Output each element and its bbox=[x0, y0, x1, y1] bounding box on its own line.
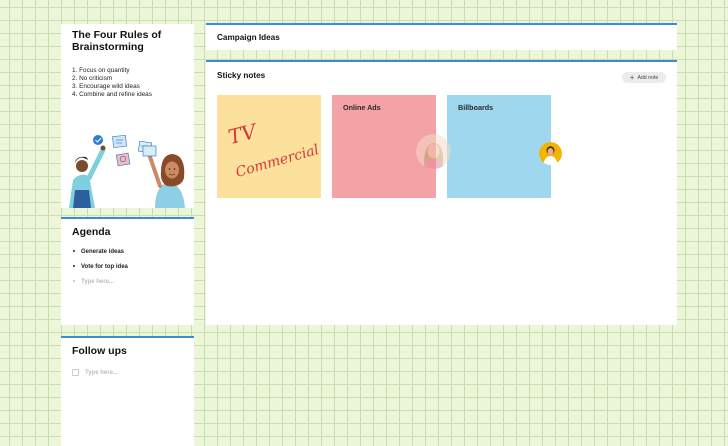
followups-placeholder: Type here... bbox=[85, 369, 118, 376]
plus-icon: + bbox=[629, 72, 635, 82]
user-avatar-icon bbox=[539, 142, 562, 165]
sticky-note-label: Billboards bbox=[458, 103, 494, 112]
avatar bbox=[416, 134, 451, 169]
rules-item: 2. No criticism bbox=[72, 75, 113, 83]
rules-item: 4. Combine and refine ideas bbox=[72, 91, 152, 99]
checkbox-icon[interactable] bbox=[72, 369, 79, 376]
followups-new-item-input[interactable]: Type here... bbox=[72, 369, 118, 376]
rules-card[interactable]: The Four Rules of Brainstorming 1. Focus… bbox=[61, 24, 194, 208]
handwritten-text: TV Commercial bbox=[226, 118, 319, 177]
agenda-card[interactable]: Agenda Generate ideas Vote for top idea … bbox=[61, 217, 194, 325]
rules-item: 3. Encourage wild ideas bbox=[72, 83, 140, 91]
rules-item: 1. Focus on quantity bbox=[72, 67, 130, 74]
add-note-label: Add note bbox=[637, 74, 659, 81]
bullet-icon bbox=[73, 280, 75, 283]
right-person bbox=[142, 145, 185, 208]
sticky-note[interactable]: Billboards bbox=[447, 95, 551, 198]
sticky-note[interactable]: TV Commercial bbox=[217, 95, 321, 198]
handwriting-line: Commercial bbox=[234, 142, 319, 177]
agenda-item-label: Vote for top idea bbox=[81, 264, 128, 270]
agenda-title: Agenda bbox=[72, 226, 111, 238]
avatar bbox=[539, 142, 562, 165]
followups-card[interactable]: Follow ups Type here... bbox=[61, 336, 194, 446]
rules-list: 1. Focus on quantity 2. No criticism 3. … bbox=[72, 67, 152, 99]
agenda-item[interactable]: Generate ideas bbox=[73, 249, 128, 264]
agenda-item[interactable]: Vote for top idea bbox=[73, 264, 128, 279]
bullet-icon bbox=[73, 250, 75, 253]
followups-title: Follow ups bbox=[72, 345, 127, 357]
agenda-list: Generate ideas Vote for top idea Type he… bbox=[73, 249, 128, 294]
sticky-notes-title: Sticky notes bbox=[217, 71, 266, 80]
brainstorm-illustration bbox=[69, 134, 185, 208]
add-note-button[interactable]: + Add note bbox=[622, 72, 666, 83]
bullet-icon bbox=[73, 265, 75, 268]
rules-title: The Four Rules of Brainstorming bbox=[72, 29, 162, 53]
agenda-placeholder: Type here... bbox=[81, 279, 114, 285]
agenda-item-label: Generate ideas bbox=[81, 249, 125, 255]
agenda-new-item-input[interactable]: Type here... bbox=[73, 279, 128, 294]
campaign-card[interactable]: Campaign Ideas bbox=[206, 23, 677, 50]
user-avatar-icon bbox=[416, 134, 451, 169]
left-person bbox=[69, 145, 106, 208]
campaign-title: Campaign Ideas bbox=[217, 33, 280, 42]
sticky-notes-card[interactable]: Sticky notes + Add note TV Commercial On… bbox=[206, 60, 677, 325]
sticky-note-label: Online Ads bbox=[343, 103, 381, 112]
handwriting-line: TV bbox=[226, 118, 261, 149]
